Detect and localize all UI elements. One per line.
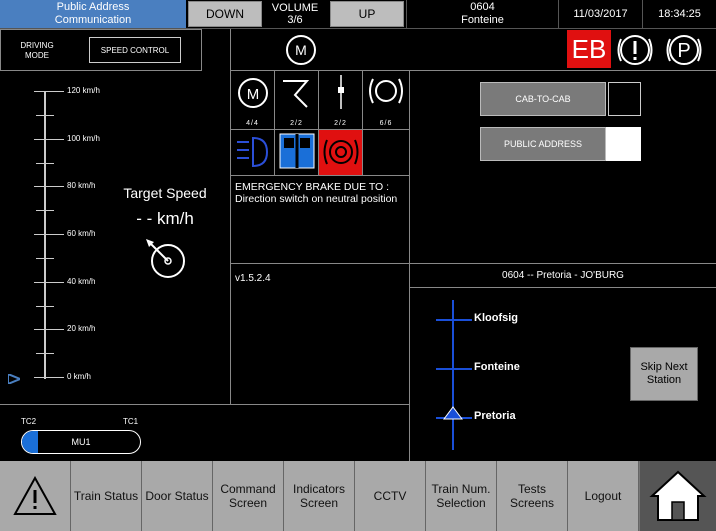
speed-major-tick [34, 186, 64, 188]
tc1-label: TC1 [123, 417, 139, 426]
speed-minor-tick [36, 257, 54, 259]
driving-mode-panel: DRIVING MODE SPEED CONTROL [0, 29, 202, 71]
station-pretoria: Pretoria [474, 410, 516, 422]
motor-count: 4/4 [246, 120, 259, 127]
headlight-icon [231, 130, 275, 175]
switch-indicator: 2/2 [319, 71, 363, 129]
warning-button[interactable] [0, 461, 71, 531]
cctv-button[interactable]: CCTV [355, 461, 426, 531]
speed-gauge-icon [142, 235, 192, 286]
volume-title: VOLUME [271, 2, 319, 14]
emergency-brake-alarm-icon [319, 130, 363, 175]
speed-minor-tick [36, 162, 54, 164]
speed-minor-tick [36, 353, 54, 355]
logout-button[interactable]: Logout [568, 461, 639, 531]
speed-tick-label: 60 km/h [67, 229, 96, 238]
speed-control-button[interactable]: SPEED CONTROL [89, 37, 181, 63]
skip-next-station-button[interactable]: Skip Next Station [630, 347, 698, 401]
route-map: Kloofsig Fonteine Pretoria Skip Next Sta… [410, 288, 716, 460]
emergency-brake-indicator: EB [567, 30, 611, 68]
train-num-selection-button[interactable]: Train Num. Selection [426, 461, 497, 531]
speed-major-tick [34, 377, 64, 378]
pantograph-indicator: 2/2 [275, 71, 319, 129]
speed-major-tick [34, 91, 64, 92]
speedometer-panel: Target Speed - - km/h 120 km/h 100 km/h 80… [0, 71, 230, 404]
time-display: 18:34:25 [642, 0, 716, 28]
speed-minor-tick [36, 210, 54, 212]
speed-major-tick [34, 234, 64, 235]
public-address-communication-label: Public Address Communication [54, 1, 132, 26]
train-status-button[interactable]: Train Status [71, 461, 142, 531]
target-speed-label: Target Speed [123, 185, 207, 201]
current-speed-marker [7, 371, 23, 389]
motor-indicator: M 4/4 [231, 71, 275, 129]
speed-tick-label: 80 km/h [67, 181, 96, 191]
brake-indicator: 6/6 [363, 71, 409, 129]
speed-tick-label: 20 km/h [67, 324, 96, 334]
parking-brake-icon: P [662, 32, 706, 68]
speed-tick-label: 0 km/h [67, 372, 92, 381]
volume-indicator: VOLUME 3/6 [262, 0, 328, 28]
indicators-screen-button[interactable]: Indicators Screen [284, 461, 355, 531]
home-button[interactable] [640, 461, 716, 531]
train-location-display: 0604 Fonteine [406, 0, 558, 28]
active-cab-indicator [22, 431, 38, 453]
speed-minor-tick [36, 114, 54, 116]
train-position-marker [443, 406, 463, 425]
volume-down-button[interactable]: DOWN [188, 1, 262, 27]
date-display: 11/03/2017 [558, 0, 642, 28]
public-address-button[interactable]: PUBLIC ADDRESS [480, 127, 606, 161]
driving-mode-label: DRIVING MODE [20, 41, 54, 60]
tests-screens-button[interactable]: Tests Screens [497, 461, 568, 531]
bottom-nav: Train Status Door Status Command Screen … [0, 461, 716, 531]
volume-value: 3/6 [287, 14, 303, 26]
command-screen-button[interactable]: Command Screen [213, 461, 284, 531]
door-status-button[interactable]: Door Status [142, 461, 213, 531]
cab-to-cab-button[interactable]: CAB-TO-CAB [480, 82, 606, 116]
speed-tick-label: 100 km/h [67, 133, 100, 143]
speed-tick-label: 120 km/h [67, 86, 100, 95]
emergency-brake-message: EMERGENCY BRAKE DUE TO : Direction switc… [235, 181, 398, 205]
tc2-label: TC2 [21, 417, 37, 426]
route-title: 0604 -- Pretoria - JO'BURG [502, 269, 624, 281]
warning-exclamation-icon [614, 32, 656, 68]
station-tick [436, 319, 472, 321]
svg-text:M: M [295, 42, 307, 58]
warning-triangle-icon [13, 476, 57, 515]
consist-unit-label: MU1 [71, 437, 91, 447]
svg-text:P: P [677, 40, 690, 62]
speed-scale-axis [44, 91, 46, 379]
indicator-grid: M 4/4 2/2 2/2 6/6 [231, 71, 409, 175]
public-address-status [606, 127, 641, 161]
brake-count: 6/6 [379, 120, 393, 127]
station-kloofsig: Kloofsig [474, 312, 518, 324]
software-version: v1.5.2.4 [235, 273, 271, 284]
speed-tick-label: 40 km/h [67, 276, 96, 286]
svg-text:M: M [247, 86, 260, 103]
train-consist: MU1 [21, 430, 141, 454]
target-speed-value: - - km/h [136, 209, 194, 228]
public-address-communication-button[interactable]: Public Address Communication [0, 0, 186, 28]
motor-status-icon: M [283, 34, 319, 66]
speed-major-tick [34, 329, 64, 331]
speed-major-tick [34, 281, 64, 283]
current-station: Fonteine [461, 14, 504, 26]
cab-to-cab-status [608, 82, 641, 116]
train-number: 0604 [470, 1, 495, 13]
switch-count: 2/2 [334, 120, 347, 127]
route-line [452, 300, 454, 450]
speed-major-tick [34, 138, 64, 140]
speed-minor-tick [36, 305, 54, 307]
station-fonteine: Fonteine [474, 361, 520, 373]
home-icon [649, 470, 707, 521]
station-tick [436, 368, 472, 370]
volume-up-button[interactable]: UP [330, 1, 404, 27]
door-status-icon [275, 130, 319, 175]
pantograph-count: 2/2 [290, 120, 303, 127]
